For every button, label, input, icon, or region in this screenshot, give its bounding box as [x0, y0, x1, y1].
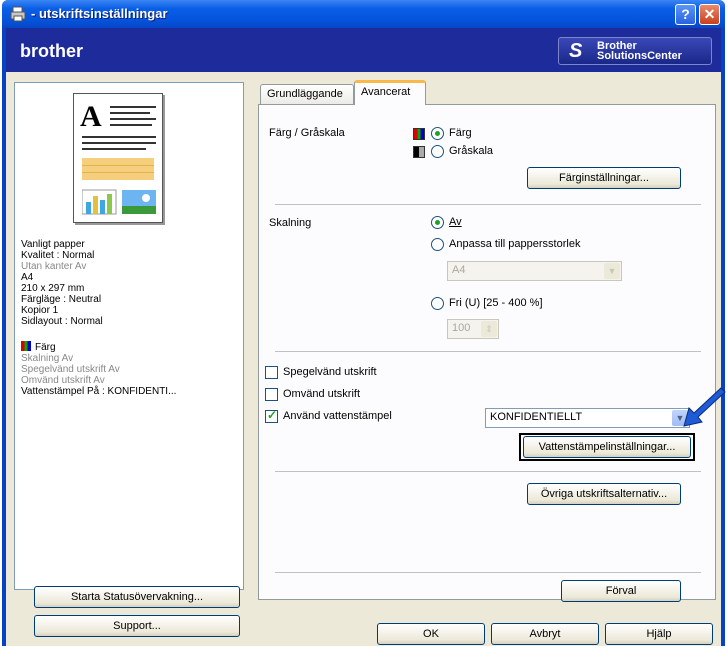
printer-icon — [10, 6, 26, 22]
chevron-down-icon: ▼ — [604, 263, 620, 279]
color-icon — [413, 128, 425, 140]
help-button[interactable]: Hjälp — [605, 623, 713, 645]
color-grayscale-label: Färg / Gråskala — [269, 127, 345, 139]
free-scale-radio[interactable] — [431, 297, 444, 310]
status-monitor-button[interactable]: Starta Statusövervakning... — [34, 586, 240, 608]
summary-watermark: Vattenstämpel På : KONFIDENTI... — [21, 386, 177, 397]
mirror-print-label: Spegelvänd utskrift — [283, 366, 377, 378]
fit-to-paper-label: Anpassa till pappersstorlek — [449, 238, 581, 250]
scaling-label: Skalning — [269, 217, 312, 229]
help-title-button[interactable]: ? — [675, 4, 696, 25]
watermark-value: KONFIDENTIELLT — [490, 411, 583, 423]
watermark-label: Använd vattenstämpel — [283, 410, 392, 422]
color-settings-button[interactable]: Färginställningar... — [527, 167, 681, 189]
solutions-center-button[interactable]: S Brother SolutionsCenter — [558, 37, 712, 65]
separator — [275, 572, 701, 573]
preview-letter-glyph: A — [80, 100, 102, 133]
ok-button[interactable]: OK — [377, 623, 485, 645]
summary-color-mode: Färgläge : Neutral — [21, 294, 102, 305]
summary-media: Vanligt papper — [21, 239, 85, 250]
watermark-checkbox[interactable] — [265, 408, 278, 423]
watermark-settings-button[interactable]: Vattenstämpelinställningar... — [523, 436, 691, 458]
summary-mirror: Spegelvänd utskrift Av — [21, 364, 120, 375]
color-radio[interactable] — [431, 127, 444, 140]
advanced-tab-page: Färg / Gråskala Färg Gråskala Färginstäl… — [258, 104, 716, 602]
settings-summary-text: Vanligt papper Kvalitet : Normal Utan ka… — [21, 239, 176, 397]
grayscale-radio[interactable] — [431, 145, 444, 158]
window-title: - utskriftsinställningar — [31, 6, 168, 21]
paper-size-select[interactable]: A4 ▼ — [447, 261, 622, 281]
watermark-select[interactable]: KONFIDENTIELLT ▼ — [485, 408, 690, 428]
solutions-line2: SolutionsCenter — [597, 50, 682, 62]
grayscale-icon — [413, 146, 425, 158]
support-button[interactable]: Support... — [34, 615, 240, 637]
free-scale-label: Fri (U) [25 - 400 %] — [449, 297, 543, 309]
tab-advanced[interactable]: Avancerat — [354, 80, 426, 105]
printing-preferences-window: - utskriftsinställningar ? ✕ brother S B… — [2, 0, 725, 646]
page-preview-icon: A — [73, 93, 163, 223]
separator — [275, 204, 701, 205]
title-bar: - utskriftsinställningar ? ✕ — [2, 0, 725, 28]
tab-basic[interactable]: Grundläggande — [260, 84, 354, 104]
preview-chart-photo-icon — [82, 189, 156, 215]
color-radio-label: Färg — [449, 127, 472, 139]
brother-logo: brother — [20, 41, 83, 61]
summary-copies: Kopior 1 — [21, 305, 59, 316]
summary-reverse: Omvänd utskrift Av — [21, 375, 105, 386]
separator — [275, 351, 701, 352]
color-icon — [21, 341, 31, 351]
default-button[interactable]: Förval — [561, 580, 681, 602]
cancel-button[interactable]: Avbryt — [491, 623, 599, 645]
close-button[interactable]: ✕ — [699, 4, 720, 25]
settings-summary-panel: A Vanligt papper Kvalitet: Normal Utan … — [14, 82, 244, 590]
grayscale-radio-label: Gråskala — [449, 145, 494, 157]
dialog-body: A Vanligt papper Kvalitet: Normal Utan … — [6, 72, 721, 646]
summary-color: Färg — [35, 342, 56, 353]
separator — [275, 471, 701, 472]
tab-control: Grundläggande Avancerat Färg / Gråskala … — [258, 80, 718, 602]
summary-color-row: Färg — [21, 341, 176, 353]
summary-borderless: Utan kanter Av — [21, 261, 87, 272]
spinner-icon: ⇕ — [481, 321, 497, 337]
fit-to-paper-radio[interactable] — [431, 238, 444, 251]
scaling-off-radio[interactable] — [431, 216, 444, 229]
summary-dimensions: 210 x 297 mm — [21, 283, 85, 294]
other-options-button[interactable]: Övriga utskriftsalternativ... — [527, 483, 681, 505]
brand-bar: brother S Brother SolutionsCenter — [6, 28, 721, 72]
summary-paper: A4 — [21, 272, 34, 283]
paper-size-value: A4 — [452, 264, 466, 276]
summary-scaling: Skalning Av — [21, 353, 74, 364]
solutions-s-icon: S — [569, 40, 583, 62]
scale-percent-stepper[interactable]: 100 ⇕ — [447, 319, 499, 339]
summary-quality: Kvalitet : Normal — [21, 250, 95, 261]
reverse-print-label: Omvänd utskrift — [283, 388, 361, 400]
reverse-print-checkbox[interactable] — [265, 388, 278, 401]
mirror-print-checkbox[interactable] — [265, 366, 278, 379]
summary-layout: Sidlayout : Normal — [21, 316, 103, 327]
pointer-arrow-icon — [683, 387, 726, 427]
scale-percent-value: 100 — [452, 322, 471, 334]
scaling-off-label: Av — [449, 216, 462, 228]
